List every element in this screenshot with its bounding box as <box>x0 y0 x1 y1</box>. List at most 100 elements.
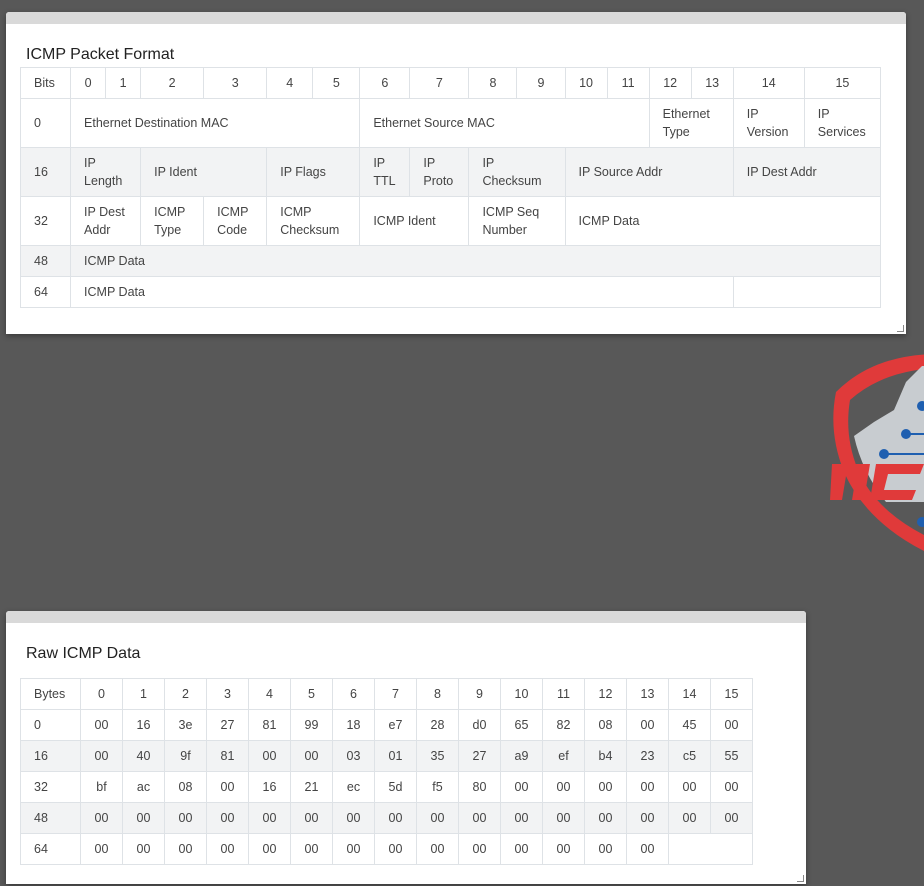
byte-cell: 00 <box>542 833 585 865</box>
byte-cell: 00 <box>584 771 627 803</box>
header-cell: 10 <box>500 678 543 710</box>
byte-cell: 00 <box>80 740 123 772</box>
header-cell: 15 <box>803 67 882 99</box>
byte-cell: 00 <box>206 771 249 803</box>
byte-cell: 00 <box>290 833 333 865</box>
byte-cell: 00 <box>710 771 753 803</box>
byte-cell: 27 <box>458 740 501 772</box>
header-cell: 0 <box>70 67 107 99</box>
field-cell: ICMP Seq Number <box>468 196 566 246</box>
byte-cell: ef <box>542 740 585 772</box>
offset-cell: 0 <box>19 98 72 148</box>
byte-cell: 00 <box>542 771 585 803</box>
byte-cell: 00 <box>80 833 123 865</box>
resize-handle-icon[interactable] <box>897 325 904 332</box>
byte-cell: 80 <box>458 771 501 803</box>
header-cell: 12 <box>584 678 627 710</box>
byte-cell: 00 <box>332 833 375 865</box>
header-cell: 11 <box>606 67 650 99</box>
header-cell: 2 <box>164 678 207 710</box>
header-cell: 14 <box>668 678 711 710</box>
table-row: 0 Ethernet Destination MAC Ethernet Sour… <box>19 98 882 148</box>
field-cell: ICMP Data <box>70 245 881 277</box>
byte-cell: 00 <box>542 802 585 834</box>
byte-cell: d0 <box>458 709 501 741</box>
byte-cell: 99 <box>290 709 333 741</box>
byte-cell: 21 <box>290 771 333 803</box>
byte-cell: 00 <box>80 709 123 741</box>
panel-drag-bar[interactable] <box>6 12 906 24</box>
byte-cell: 08 <box>584 709 627 741</box>
header-cell: 6 <box>359 67 411 99</box>
byte-cell: c5 <box>668 740 711 772</box>
byte-cell: 55 <box>710 740 753 772</box>
shield-logo-icon <box>826 352 924 552</box>
byte-cell: 16 <box>248 771 291 803</box>
field-cell: IP Source Addr <box>564 147 734 197</box>
byte-cell: 00 <box>710 709 753 741</box>
byte-cell: 81 <box>248 709 291 741</box>
field-cell: ICMP Checksum <box>266 196 361 246</box>
offset-cell: 16 <box>20 740 81 772</box>
offset-cell: 48 <box>20 802 81 834</box>
byte-cell: 3e <box>164 709 207 741</box>
table-row: 64 00 00 00 00 00 00 00 00 00 00 00 00 00 00 <box>20 833 753 865</box>
byte-cell: 16 <box>122 709 165 741</box>
resize-handle-icon[interactable] <box>797 875 804 882</box>
packet-format-table: Bits 0 1 2 3 4 5 6 7 8 9 10 11 12 13 14 … <box>19 67 882 308</box>
panel-title: Raw ICMP Data <box>26 645 141 662</box>
field-cell: IP Services <box>803 98 882 148</box>
header-cell: 5 <box>312 67 361 99</box>
byte-cell: 08 <box>164 771 207 803</box>
offset-cell: 0 <box>20 709 81 741</box>
byte-cell: 5d <box>374 771 417 803</box>
byte-cell: 00 <box>626 802 669 834</box>
field-cell: IP Version <box>732 98 805 148</box>
field-cell: Ethernet Source MAC <box>359 98 650 148</box>
byte-cell: 00 <box>290 740 333 772</box>
byte-cell: 35 <box>416 740 459 772</box>
table-row: 32 bf ac 08 00 16 21 ec 5d f5 80 00 00 00 00 00 00 <box>20 771 753 803</box>
byte-cell: 28 <box>416 709 459 741</box>
byte-cell: 00 <box>500 802 543 834</box>
byte-cell: 00 <box>668 771 711 803</box>
offset-cell: 32 <box>19 196 72 246</box>
byte-cell: 00 <box>500 771 543 803</box>
offset-cell: 32 <box>20 771 81 803</box>
header-cell: 12 <box>648 67 692 99</box>
header-cell: 3 <box>203 67 268 99</box>
offset-cell: 16 <box>19 147 72 197</box>
empty-cell <box>668 833 753 865</box>
byte-cell: 00 <box>122 802 165 834</box>
byte-cell: 00 <box>248 833 291 865</box>
field-cell: Ethernet Type <box>648 98 734 148</box>
byte-cell: 27 <box>206 709 249 741</box>
field-cell: IP Ident <box>140 147 268 197</box>
byte-cell: 00 <box>80 802 123 834</box>
byte-cell: 00 <box>374 833 417 865</box>
offset-cell: 48 <box>19 245 72 277</box>
header-cell: 4 <box>266 67 314 99</box>
byte-cell: 00 <box>584 802 627 834</box>
header-cell: 3 <box>206 678 249 710</box>
byte-cell: 03 <box>332 740 375 772</box>
byte-cell: 00 <box>458 802 501 834</box>
panel-title: ICMP Packet Format <box>26 46 175 63</box>
byte-cell: a9 <box>500 740 543 772</box>
byte-cell: 18 <box>332 709 375 741</box>
header-cell: 5 <box>290 678 333 710</box>
offset-cell: 64 <box>19 276 72 308</box>
field-cell: IP Flags <box>266 147 361 197</box>
byte-cell: 00 <box>332 802 375 834</box>
byte-cell: 82 <box>542 709 585 741</box>
header-cell: Bits <box>19 67 72 99</box>
byte-cell: ac <box>122 771 165 803</box>
byte-cell: 00 <box>290 802 333 834</box>
byte-cell: 00 <box>206 802 249 834</box>
byte-cell: 00 <box>626 833 669 865</box>
field-cell: IP TTL <box>359 147 411 197</box>
byte-cell: 00 <box>626 771 669 803</box>
header-cell: 13 <box>690 67 734 99</box>
header-cell: 8 <box>468 67 518 99</box>
panel-drag-bar[interactable] <box>6 611 806 623</box>
